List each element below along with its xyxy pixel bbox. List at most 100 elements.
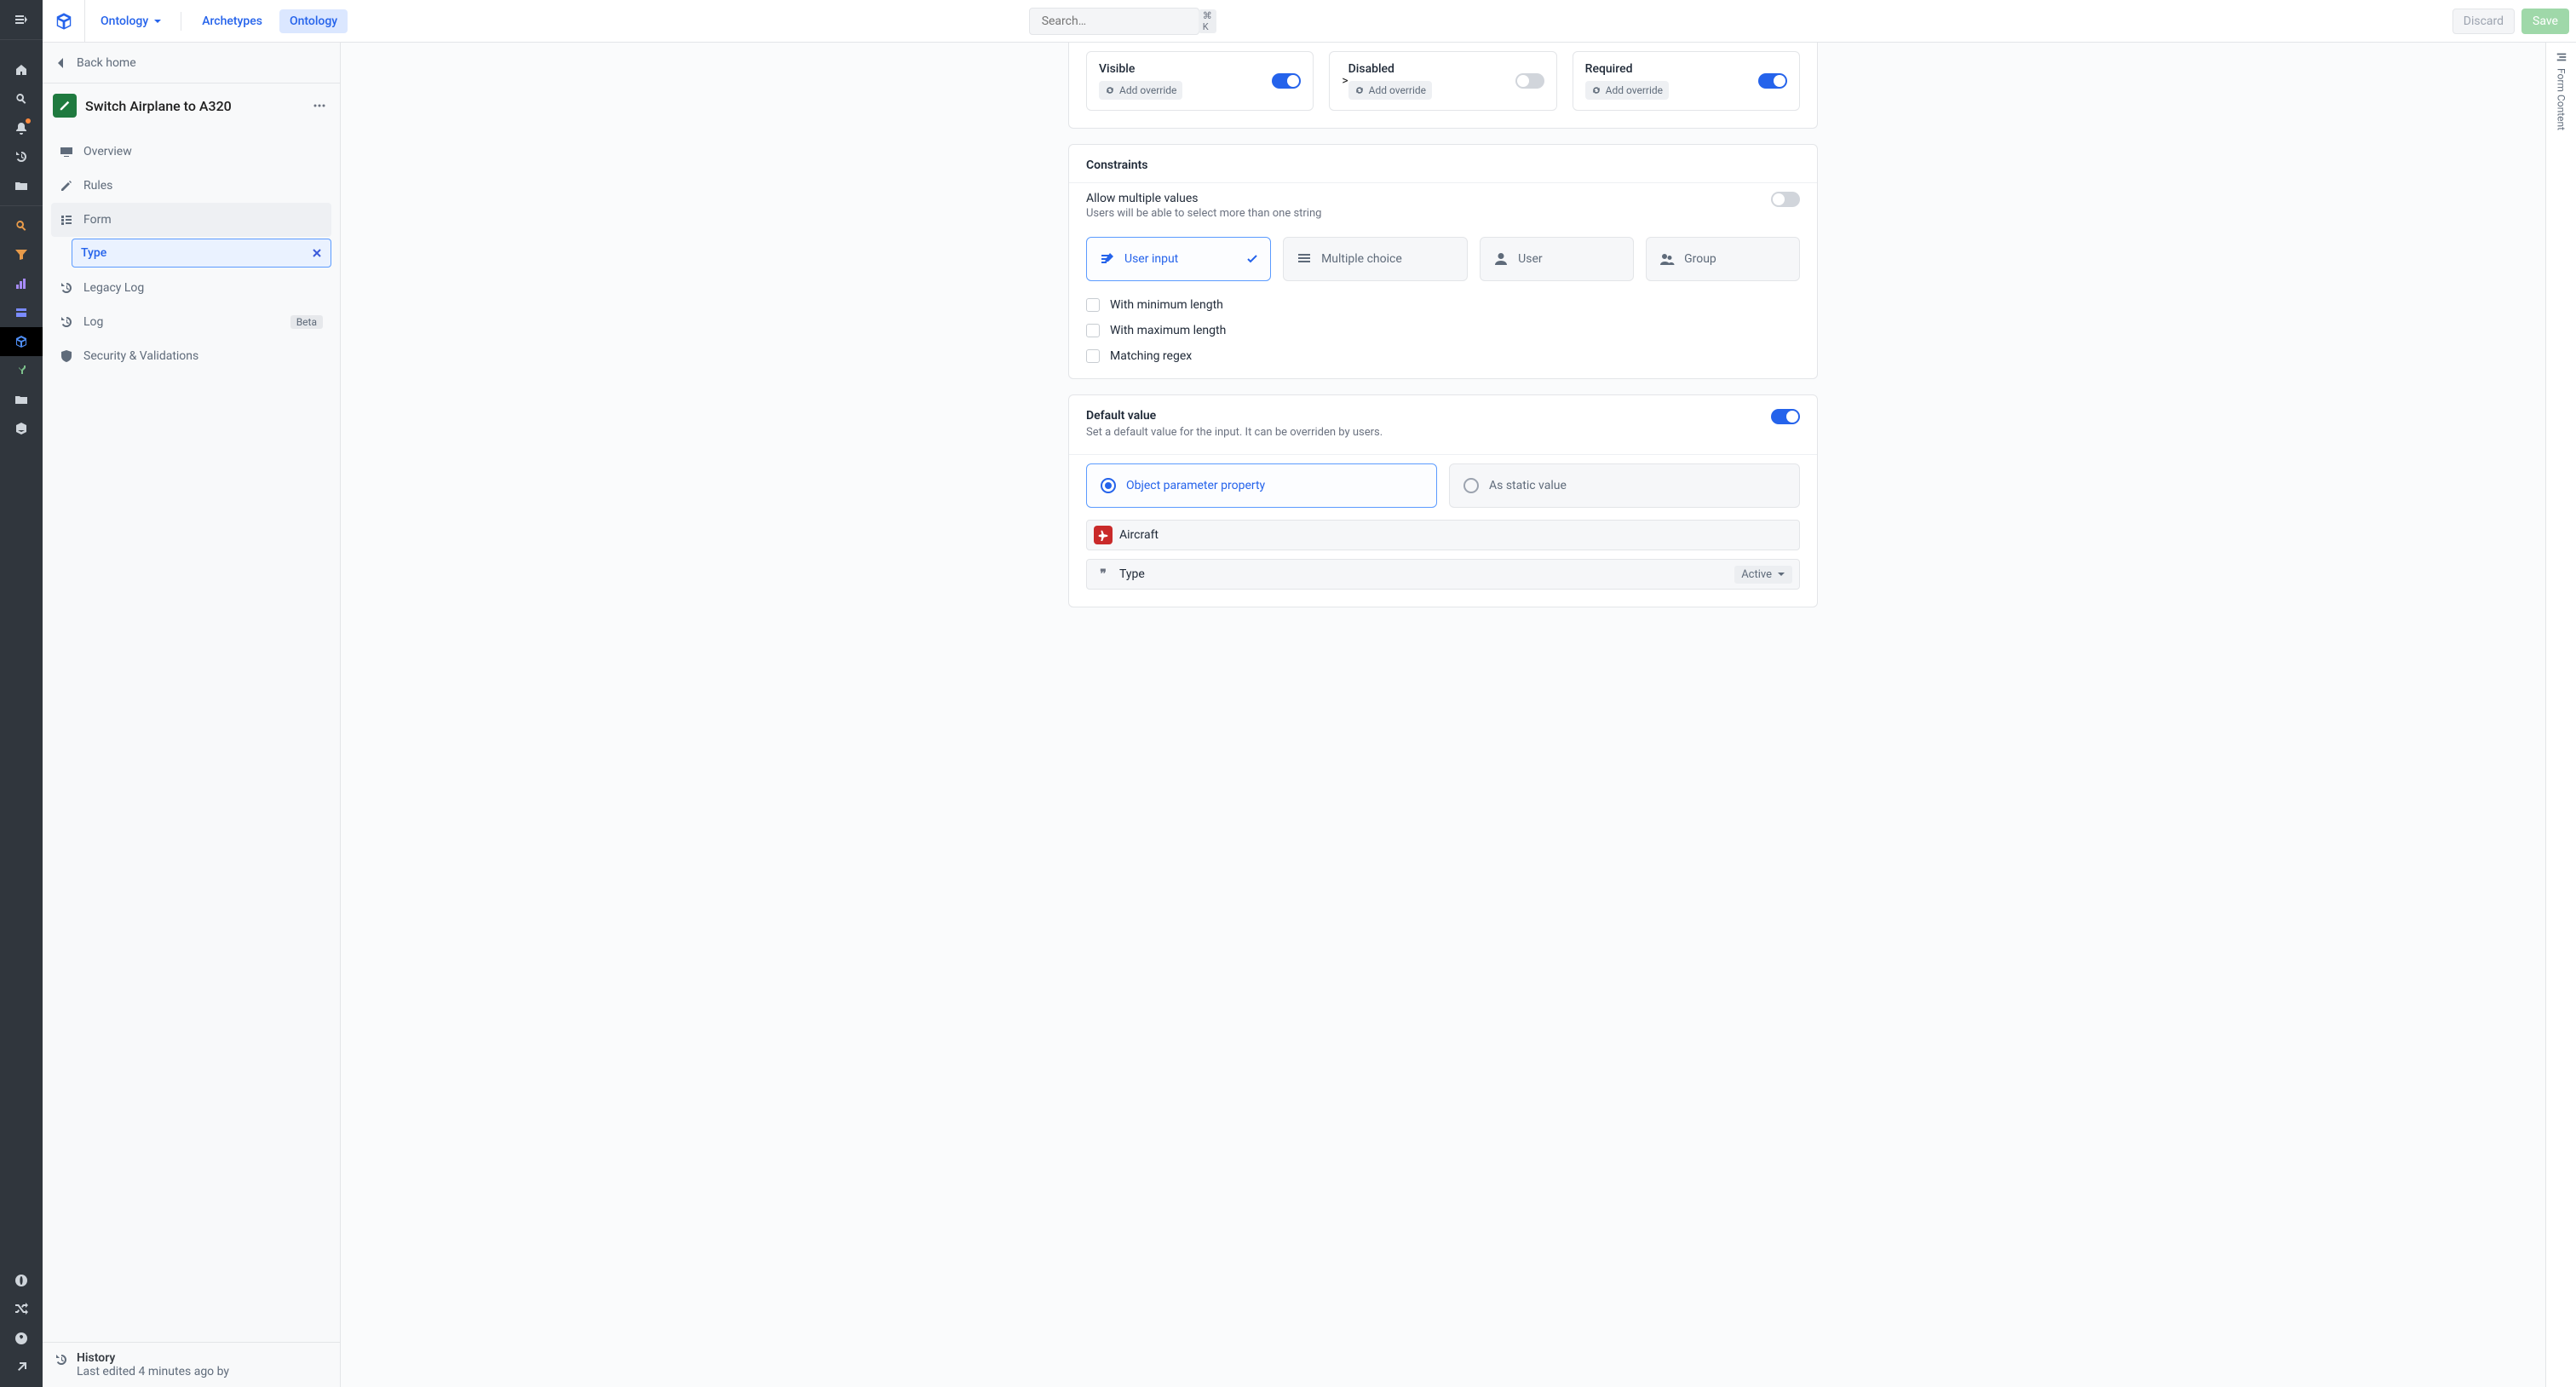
behavior-card: Visible Add override > Disabled [1068,43,1818,129]
mode-group[interactable]: Group [1646,237,1800,281]
shuffle-icon[interactable] [0,1295,43,1324]
nav-log-label: Log [83,315,103,329]
quote-icon: ❞ [1094,565,1113,584]
mode-multiple-choice[interactable]: Multiple choice [1283,237,1468,281]
back-home-label: Back home [77,56,136,70]
property-state-dropdown[interactable]: Active [1734,566,1792,584]
shield-icon [60,349,73,363]
app-filter-icon[interactable] [0,240,43,269]
nav-log[interactable]: Log Beta [51,305,331,339]
help-icon[interactable] [0,1324,43,1353]
brand-dropdown[interactable]: Ontology [92,10,170,32]
override-label: Add override [1119,84,1176,96]
check-regex[interactable]: Matching regex [1086,349,1800,363]
global-search[interactable]: ⌘ K [1029,8,1199,35]
check-min-length[interactable]: With minimum length [1086,298,1800,312]
radio-object-label: Object parameter property [1126,479,1265,492]
nav-rules-label: Rules [83,179,112,193]
required-toggle[interactable] [1758,73,1787,89]
arrow-left-icon [55,56,68,70]
search-icon[interactable] [0,84,43,113]
topbar: Ontology Archetypes Ontology ⌘ K Discard… [43,0,2576,43]
brand-cube-icon[interactable] [43,0,85,43]
app-search-icon[interactable] [0,211,43,240]
disabled-add-override[interactable]: Add override [1348,81,1432,100]
default-value-toggle[interactable] [1771,409,1800,424]
app-fork-icon[interactable] [0,356,43,385]
mode-user[interactable]: User [1480,237,1634,281]
behavior-required-title: Required [1585,62,1669,76]
checkbox-icon [1086,349,1100,363]
kebab-icon [313,99,326,112]
app-cube-icon[interactable] [0,327,43,356]
history-icon [55,1353,68,1367]
allow-multiple-toggle[interactable] [1771,192,1800,207]
right-rail[interactable]: Form Content [2545,43,2576,1387]
check-max-label: With maximum length [1110,324,1226,337]
object-param-select[interactable]: Aircraft [1086,520,1800,550]
visible-toggle[interactable] [1272,73,1301,89]
search-input[interactable] [1042,14,1193,28]
behavior-visible: Visible Add override [1086,51,1314,111]
tab-ontology[interactable]: Ontology [279,9,348,33]
group-icon [1659,251,1676,267]
chevron-down-icon [1777,570,1785,578]
folder-icon[interactable] [0,171,43,200]
app-panel-icon[interactable] [0,298,43,327]
edit-lines-icon [1099,251,1116,267]
check-min-label: With minimum length [1110,298,1223,312]
property-state-label: Active [1741,568,1772,581]
page-title: Switch Airplane to A320 [85,98,301,114]
check-max-length[interactable]: With maximum length [1086,324,1800,337]
history-subtitle: Last edited 4 minutes ago by [77,1365,229,1378]
app-chart-icon[interactable] [0,269,43,298]
disabled-toggle[interactable] [1515,73,1544,89]
form-chip-label: Type [81,246,106,260]
page-menu-button[interactable] [309,95,330,116]
app-folder2-icon[interactable] [0,385,43,414]
default-value-heading: Default value [1086,409,1383,423]
visible-add-override[interactable]: Add override [1099,81,1182,100]
left-icon-rail [0,0,43,1387]
app-package-icon[interactable] [0,414,43,443]
nav-rules[interactable]: Rules [51,169,331,203]
required-add-override[interactable]: Add override [1585,81,1669,100]
nav-form[interactable]: Form [51,203,331,237]
nav-overview[interactable]: Overview [51,135,331,169]
notifications-icon[interactable] [0,113,43,142]
sync-icon [1354,85,1365,95]
save-button[interactable]: Save [2521,9,2569,34]
discard-button[interactable]: Discard [2452,9,2515,34]
form-chip-close[interactable] [312,248,322,258]
home-icon[interactable] [0,55,43,84]
radio-icon [1101,478,1116,493]
right-rail-label: Form Content [2556,68,2567,130]
override-label: Add override [1369,84,1426,96]
form-chip-type[interactable]: Type [72,239,331,268]
behavior-required: Required Add override [1573,51,1800,111]
history-icon[interactable] [0,142,43,171]
radio-static-value[interactable]: As static value [1449,463,1800,508]
open-external-icon[interactable] [0,1353,43,1382]
nav-legacy-log[interactable]: Legacy Log [51,271,331,305]
history-icon [60,315,73,329]
radio-object-parameter[interactable]: Object parameter property [1086,463,1437,508]
action-type-icon [53,94,77,118]
menu-expand-icon[interactable] [0,5,43,34]
allow-multiple-title: Allow multiple values [1086,192,1321,205]
sync-icon [1105,85,1115,95]
mode-user-input[interactable]: User input [1086,237,1271,281]
radio-icon [1463,478,1479,493]
airplane-icon [1094,526,1113,544]
back-home-button[interactable]: Back home [43,43,340,83]
nav-security-label: Security & Validations [83,349,198,363]
tab-archetypes[interactable]: Archetypes [192,9,273,33]
globe-icon[interactable] [0,1266,43,1295]
mode-multiple-choice-label: Multiple choice [1321,252,1402,266]
monitor-icon [60,145,73,158]
history-title: History [77,1351,229,1365]
nav-overview-label: Overview [83,145,132,158]
nav-security[interactable]: Security & Validations [51,339,331,373]
user-icon [1492,251,1509,267]
property-select[interactable]: ❞ Type Active [1086,559,1800,590]
